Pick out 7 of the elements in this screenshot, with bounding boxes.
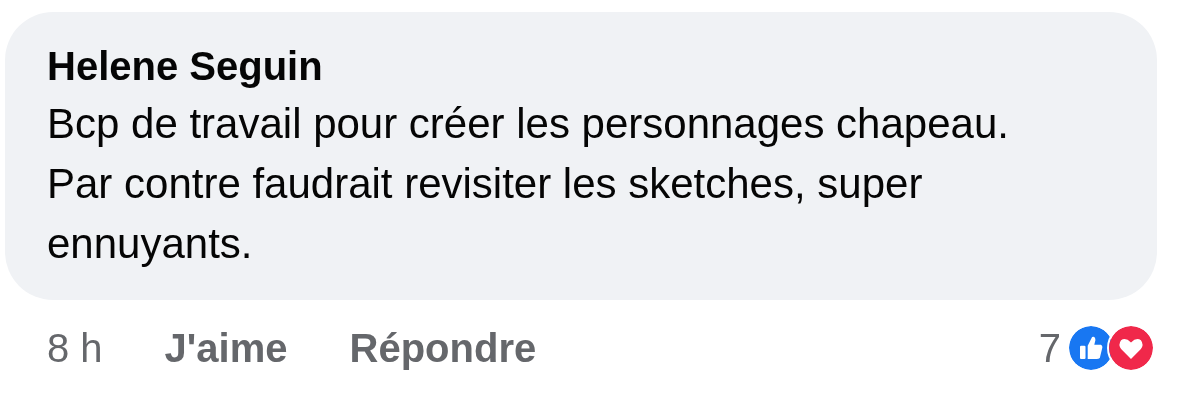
heart-icon [1107, 324, 1155, 372]
comment-text: Bcp de travail pour créer les personnages chapeau. Par contre faudrait revisiter les sketches, super ennuyants. [47, 99, 1010, 269]
reaction-count: 7 [1038, 325, 1061, 372]
comment-action-link[interactable]: Répondre [349, 318, 537, 378]
author-name[interactable]: Helene Seguin [47, 42, 1127, 90]
timestamp: 8 h [47, 325, 103, 372]
comment-action-link[interactable]: J'aime [164, 318, 288, 378]
